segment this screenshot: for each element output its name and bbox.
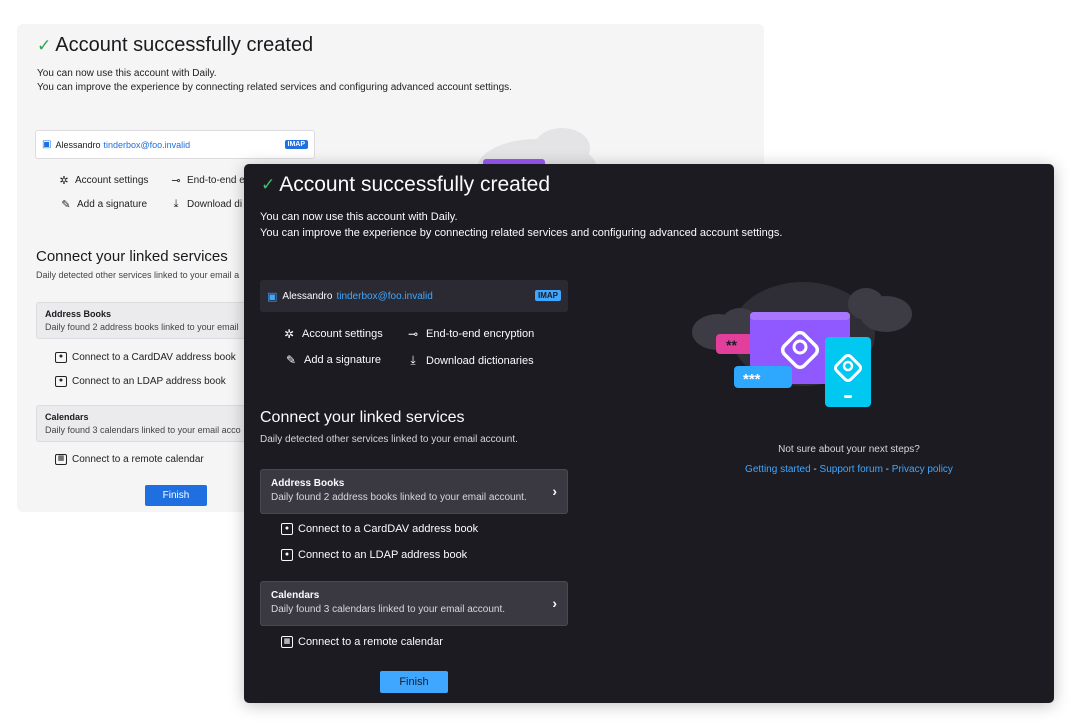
getting-started-link[interactable]: Getting started (745, 464, 811, 475)
chevron-right-icon: › (552, 595, 557, 611)
add-signature-label: Add a signature (304, 354, 382, 366)
account-card: ▣ Alessandro tinderbox@foo.invalid IMAP (35, 130, 315, 159)
encryption-label: End-to-end encryption (426, 328, 535, 340)
calendars-subtitle: Daily found 3 calendars linked to your e… (271, 604, 506, 615)
calendars-title: Calendars (271, 590, 320, 601)
key-icon: ⊸ (407, 327, 419, 341)
description-line-1: You can now use this account with Daily. (37, 68, 217, 79)
gear-icon: ✲ (283, 327, 295, 341)
page-title: Account successfully created (55, 34, 314, 56)
title-row: ✓ Account successfully created (261, 173, 550, 197)
description-line-2: You can improve the experience by connec… (37, 82, 512, 93)
address-book-icon: ● (281, 523, 293, 535)
account-card: ▣ Alessandro tinderbox@foo.invalid IMAP (260, 280, 568, 312)
help-links: Getting started - Support forum - Privac… (664, 464, 1034, 475)
ldap-link[interactable]: ● Connect to an LDAP address book (55, 376, 226, 387)
download-icon: ⤓ (173, 198, 179, 210)
encryption-button[interactable]: ⊸ End-to-end e (169, 174, 245, 187)
carddav-link[interactable]: ● Connect to a CardDAV address book (281, 523, 478, 535)
account-settings-button[interactable]: ✲ Account settings (281, 327, 383, 341)
key-icon: ⊸ (171, 175, 181, 187)
add-signature-button[interactable]: ✎ Add a signature (283, 353, 381, 367)
help-question: Not sure about your next steps? (778, 444, 920, 455)
description: You can now use this account with Daily.… (37, 67, 512, 95)
linked-services-subtitle: Daily detected other services linked to … (36, 270, 240, 280)
account-email: tinderbox@foo.invalid (103, 139, 191, 150)
account-name: Alessandro (55, 139, 101, 150)
gear-icon: ✲ (59, 175, 69, 187)
account-icon: ▣ (42, 139, 52, 150)
pencil-icon: ✎ (61, 199, 71, 211)
account-name: Alessandro (282, 290, 333, 302)
pencil-icon: ✎ (285, 353, 297, 367)
encryption-button[interactable]: ⊸ End-to-end encryption (405, 327, 534, 341)
carddav-link[interactable]: ● Connect to a CardDAV address book (55, 352, 236, 363)
address-books-group[interactable]: Address Books Daily found 2 address book… (260, 469, 568, 514)
password-stars-2: *** (743, 371, 761, 388)
cloud-right-top (848, 288, 884, 320)
account-settings-label: Account settings (302, 328, 383, 340)
account-icon: ▣ (267, 290, 278, 303)
address-book-icon: ● (281, 549, 293, 561)
phone-button (844, 395, 852, 398)
add-signature-button[interactable]: ✎ Add a signature (59, 198, 147, 211)
carddav-label: Connect to a CardDAV address book (72, 352, 236, 363)
remote-calendar-link[interactable]: ▦ Connect to a remote calendar (55, 454, 204, 465)
remote-calendar-link[interactable]: ▦ Connect to a remote calendar (281, 636, 443, 648)
privacy-policy-link[interactable]: Privacy policy (892, 464, 953, 475)
linked-services-title: Connect your linked services (260, 409, 465, 426)
chevron-right-icon: › (552, 483, 557, 499)
add-signature-label: Add a signature (77, 199, 148, 210)
checkmark-icon: ✓ (261, 175, 276, 194)
address-book-icon: ● (55, 352, 67, 363)
protocol-badge: IMAP (535, 290, 561, 301)
ldap-label: Connect to an LDAP address book (298, 549, 468, 561)
address-book-icon: ● (55, 376, 67, 387)
account-email: tinderbox@foo.invalid (336, 290, 433, 302)
page-title: Account successfully created (279, 173, 551, 196)
support-forum-link[interactable]: Support forum (820, 464, 883, 475)
description: You can now use this account with Daily.… (260, 209, 782, 241)
finish-button[interactable]: Finish (145, 485, 207, 506)
screen-top (750, 312, 850, 320)
password-stars-1: ** (726, 337, 737, 353)
linked-services-title: Connect your linked services (36, 248, 228, 265)
link-separator: - (810, 464, 820, 475)
title-row: ✓ Account successfully created (37, 34, 313, 57)
carddav-label: Connect to a CardDAV address book (298, 523, 479, 535)
ldap-link[interactable]: ● Connect to an LDAP address book (281, 549, 467, 561)
download-icon: ⤓ (410, 353, 416, 367)
calendars-group[interactable]: Calendars Daily found 3 calendars linked… (260, 581, 568, 626)
account-settings-button[interactable]: ✲ Account settings (57, 174, 148, 187)
protocol-badge: IMAP (284, 140, 308, 149)
description-line-1: You can now use this account with Daily. (260, 211, 458, 223)
address-books-title: Address Books (271, 478, 345, 489)
calendar-icon: ▦ (55, 454, 67, 465)
download-dictionaries-label: Download di (187, 199, 243, 210)
security-illustration: ** *** (692, 282, 912, 407)
link-separator: - (882, 464, 892, 475)
address-books-subtitle: Daily found 2 address books linked to yo… (271, 492, 527, 503)
checkmark-icon: ✓ (37, 35, 52, 55)
remote-calendar-label: Connect to a remote calendar (298, 636, 443, 648)
calendar-icon: ▦ (281, 636, 293, 648)
remote-calendar-label: Connect to a remote calendar (72, 454, 204, 465)
encryption-label: End-to-end e (187, 175, 245, 186)
ldap-label: Connect to an LDAP address book (72, 376, 226, 387)
account-settings-label: Account settings (75, 175, 149, 186)
download-dictionaries-label: Download dictionaries (426, 354, 534, 367)
finish-button[interactable]: Finish (380, 671, 448, 693)
download-dictionaries-button[interactable]: ⤓ Download di (169, 198, 242, 211)
linked-services-subtitle: Daily detected other services linked to … (260, 434, 518, 445)
dark-theme-panel: ✓ Account successfully created You can n… (244, 164, 1054, 703)
description-line-2: You can improve the experience by connec… (260, 227, 783, 239)
download-dictionaries-button[interactable]: ⤓ Download dictionaries (405, 353, 534, 368)
